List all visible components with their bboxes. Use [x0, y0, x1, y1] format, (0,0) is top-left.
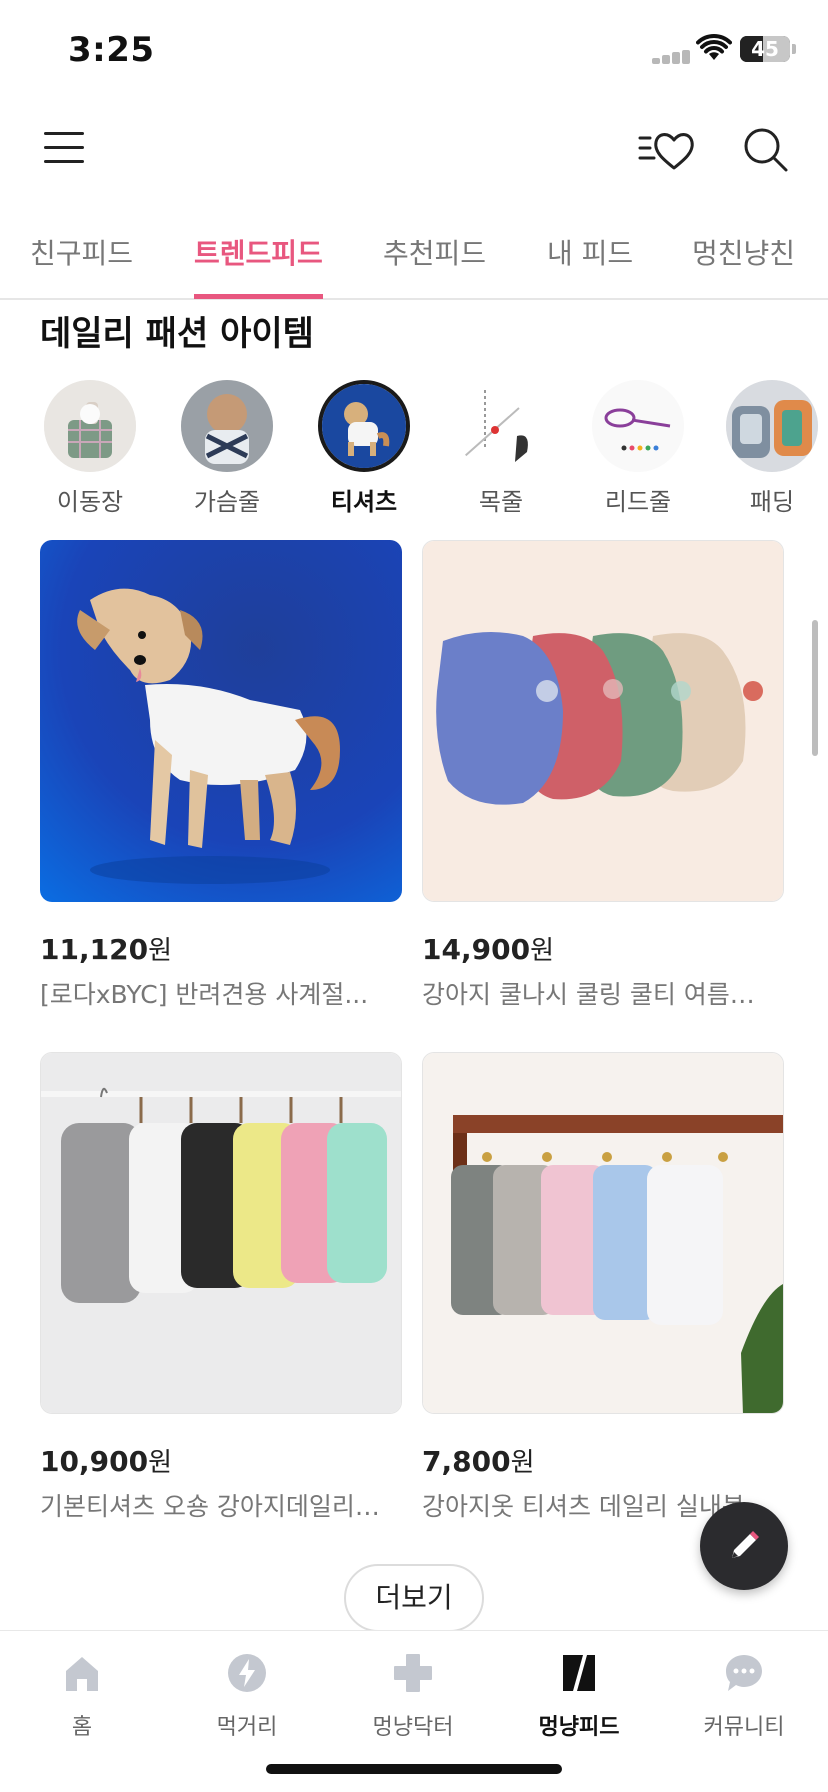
home-indicator — [266, 1764, 562, 1774]
product-price: 10,900원 — [40, 1445, 172, 1478]
nav-label: 커뮤니티 — [703, 1715, 785, 1740]
category-collar[interactable]: 목줄 — [451, 380, 551, 517]
section-title: 데일리 패션 아이템 — [40, 314, 314, 354]
battery-level: 45 — [751, 37, 779, 61]
category-leash[interactable]: 리드줄 — [588, 380, 688, 517]
category-label: 리드줄 — [604, 488, 672, 516]
heart-list-icon[interactable] — [636, 124, 700, 176]
nav-feed[interactable]: 멍냥피드 — [519, 1651, 639, 1741]
tab-my-feed[interactable]: 내 피드 — [547, 232, 633, 272]
nav-label: 멍냥피드 — [538, 1715, 620, 1740]
product-price: 14,900원 — [422, 933, 554, 966]
more-button[interactable]: 더보기 — [344, 1564, 484, 1632]
category-label: 티셔츠 — [330, 488, 398, 516]
write-button[interactable] — [700, 1502, 788, 1590]
category-harness[interactable]: 가슴줄 — [177, 380, 277, 517]
nav-community[interactable]: 커뮤니티 — [684, 1651, 804, 1741]
category-image — [181, 380, 273, 472]
pencil-icon — [732, 1531, 759, 1558]
tab-pet-friends[interactable]: 멍친냥친 — [692, 232, 795, 272]
product-price: 11,120원 — [40, 933, 172, 966]
category-padding[interactable]: 패딩 — [722, 380, 822, 517]
status-time: 3:25 — [68, 30, 155, 70]
product-card-3[interactable]: 10,900원 기본티셔츠 오숑 강아지데일리… — [40, 1052, 402, 1523]
nav-label: 멍냥닥터 — [372, 1715, 454, 1740]
home-icon — [66, 1657, 98, 1691]
category-image — [455, 380, 547, 472]
nav-food[interactable]: 먹거리 — [187, 1651, 307, 1741]
hamburger-menu-icon[interactable] — [40, 128, 88, 168]
category-image — [592, 380, 684, 472]
active-tab-indicator — [194, 294, 323, 299]
category-label: 목줄 — [478, 488, 524, 516]
status-bar: 3:25 45 — [0, 0, 828, 100]
tab-trend-feed[interactable]: 트렌드피드 — [194, 232, 323, 272]
chat-bubble-icon — [726, 1655, 762, 1691]
product-title: [로다xBYC] 반려견용 사계절... — [40, 980, 369, 1009]
signal-icon — [652, 50, 692, 64]
category-tshirt[interactable]: 티셔츠 — [314, 380, 414, 517]
tab-recommend-feed[interactable]: 추천피드 — [383, 232, 486, 272]
medical-cross-icon — [394, 1654, 432, 1692]
search-icon[interactable] — [740, 124, 792, 176]
category-label: 패딩 — [749, 488, 795, 516]
nav-doctor[interactable]: 멍냥닥터 — [353, 1651, 473, 1741]
category-label: 가슴줄 — [193, 488, 261, 516]
category-image — [726, 380, 818, 472]
scrollbar[interactable] — [812, 620, 818, 756]
battery-nub — [792, 44, 796, 54]
product-image — [422, 1052, 784, 1414]
category-carrier[interactable]: 이동장 — [40, 380, 140, 517]
lightning-icon — [228, 1654, 266, 1692]
feed-tabs: 친구피드 트렌드피드 추천피드 내 피드 멍친냥친 — [0, 220, 828, 300]
product-card-4[interactable]: 7,800원 강아지옷 티셔츠 데일리 실내복… — [422, 1052, 784, 1523]
tab-friend-feed[interactable]: 친구피드 — [30, 232, 133, 272]
feed-icon — [563, 1655, 595, 1691]
category-image — [318, 380, 410, 472]
nav-home[interactable]: 홈 — [22, 1651, 142, 1741]
product-image — [40, 1052, 402, 1414]
battery-icon: 45 — [740, 36, 790, 62]
product-card-2[interactable]: 14,900원 강아지 쿨나시 쿨링 쿨티 여름… — [422, 540, 784, 1011]
product-title: 기본티셔츠 오숑 강아지데일리… — [40, 1492, 380, 1521]
product-title: 강아지 쿨나시 쿨링 쿨티 여름… — [422, 980, 755, 1009]
nav-label: 홈 — [71, 1715, 93, 1740]
nav-label: 먹거리 — [216, 1715, 278, 1740]
product-image — [40, 540, 402, 902]
category-label: 이동장 — [56, 488, 124, 516]
product-card-1[interactable]: 11,120원 [로다xBYC] 반려견용 사계절... — [40, 540, 402, 1011]
category-image — [44, 380, 136, 472]
wifi-icon — [696, 34, 732, 60]
product-image — [422, 540, 784, 902]
product-price: 7,800원 — [422, 1445, 535, 1478]
